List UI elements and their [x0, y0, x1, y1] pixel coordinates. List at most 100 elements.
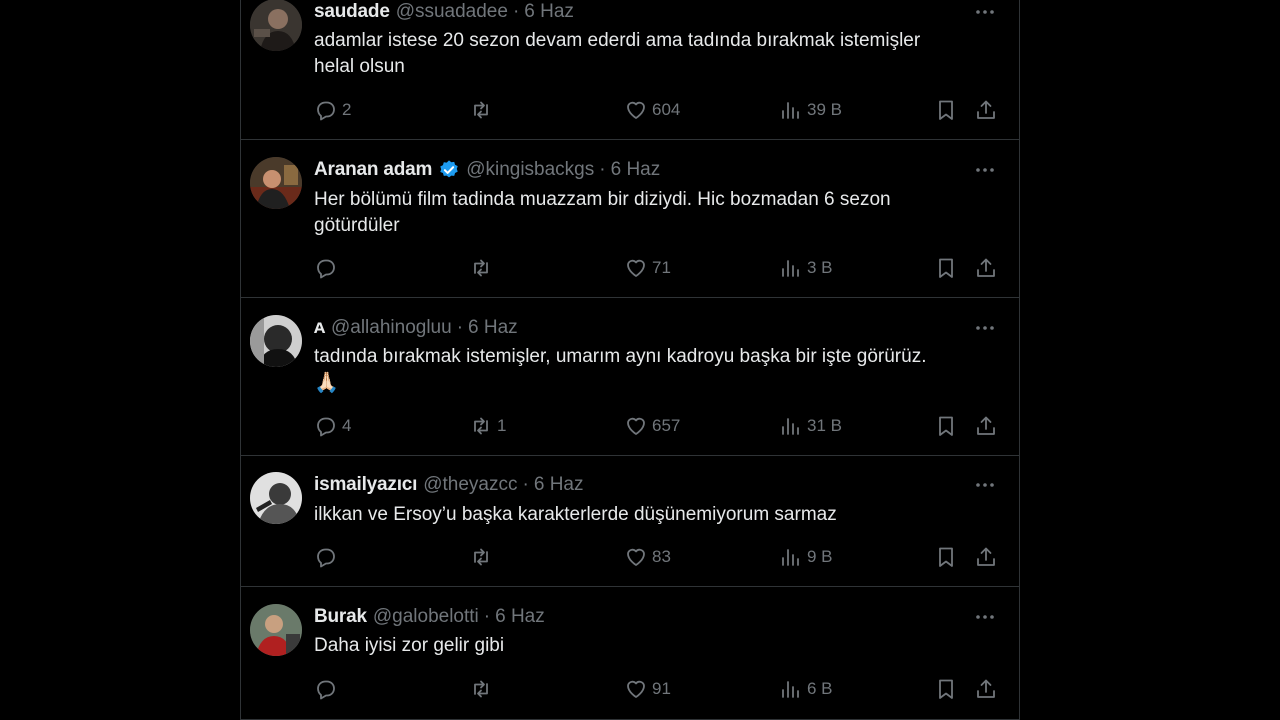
like-button[interactable]: 91	[624, 677, 671, 701]
user-handle[interactable]: @ssuadadee	[396, 1, 508, 23]
tweet-header: ᴀ @allahinogluu · 6 Haz	[314, 316, 1003, 340]
avatar[interactable]	[250, 157, 302, 209]
reply-button[interactable]	[314, 677, 342, 701]
retweet-button[interactable]	[469, 98, 497, 122]
timestamp[interactable]: 6 Haz	[611, 159, 661, 181]
separator-dot: ·	[599, 159, 606, 180]
like-button[interactable]: 657	[624, 414, 680, 438]
timestamp[interactable]: 6 Haz	[524, 1, 574, 23]
views-button[interactable]: 31 B	[779, 414, 842, 438]
avatar[interactable]	[250, 604, 302, 656]
tweet-text: ilkkan ve Ersoy’u başka karakterlerde dü…	[314, 502, 1004, 528]
more-options-icon[interactable]	[973, 316, 997, 340]
timestamp[interactable]: 6 Haz	[534, 474, 584, 496]
more-options-icon[interactable]	[973, 158, 997, 182]
share-button[interactable]	[974, 414, 1002, 438]
separator-dot: ·	[522, 474, 529, 495]
heart-icon	[627, 680, 645, 698]
tweet-text: Daha iyisi zor gelir gibi	[314, 633, 1004, 659]
tweet-text: adamlar istese 20 sezon devam ederdi ama…	[314, 28, 1004, 80]
views-button[interactable]: 3 B	[779, 256, 833, 280]
retweet-icon	[474, 680, 488, 698]
tweet[interactable]: Burak @galobelotti · 6 Haz Daha iyisi zo…	[241, 587, 1019, 720]
reply-icon	[317, 101, 335, 121]
more-options-icon[interactable]	[973, 0, 997, 24]
tweet-actions: 4 1 657 31 B	[241, 414, 1019, 438]
more-options-icon[interactable]	[973, 605, 997, 629]
views-icon	[782, 549, 799, 566]
tweet[interactable]: saudade @ssuadadee · 6 Haz adamlar istes…	[241, 0, 1019, 140]
separator-dot: ·	[483, 606, 491, 627]
reply-icon	[317, 417, 335, 437]
reply-button[interactable]: 2	[314, 98, 351, 122]
bookmark-button[interactable]	[934, 545, 962, 569]
tweet[interactable]: ᴀ @allahinogluu · 6 Haz tadında bırakmak…	[241, 298, 1019, 456]
views-button[interactable]: 39 B	[779, 98, 842, 122]
timestamp[interactable]: 6 Haz	[495, 606, 545, 628]
bookmark-button[interactable]	[934, 256, 962, 280]
share-icon	[977, 679, 995, 698]
share-button[interactable]	[974, 545, 1002, 569]
share-button[interactable]	[974, 98, 1002, 122]
reply-count: 4	[342, 416, 352, 435]
share-button[interactable]	[974, 677, 1002, 701]
retweet-button[interactable]	[469, 256, 497, 280]
display-name[interactable]: ᴀ	[314, 317, 325, 339]
tweet-text-line: Her bölümü film tadinda muazzam bir dizi…	[314, 189, 891, 210]
tweet-actions: 2 604 39 B	[241, 98, 1019, 122]
user-handle[interactable]: @allahinogluu	[331, 317, 452, 339]
views-icon	[782, 260, 799, 277]
tweet[interactable]: Aranan adam @kingisbackgs · 6 Haz Her bö…	[241, 141, 1019, 298]
tweet-text-line: Daha iyisi zor gelir gibi	[314, 635, 505, 656]
retweet-button[interactable]	[469, 677, 497, 701]
like-button[interactable]: 83	[624, 545, 671, 569]
retweet-icon	[474, 417, 488, 435]
reply-button[interactable]: 4	[314, 414, 351, 438]
share-icon	[977, 258, 995, 277]
tweet[interactable]: ismailyazıcı @theyazcc · 6 Haz ilkkan ve…	[241, 456, 1019, 587]
timestamp[interactable]: 6 Haz	[468, 317, 518, 339]
display-name[interactable]: Burak	[314, 606, 367, 628]
display-name[interactable]: ismailyazıcı	[314, 474, 417, 496]
views-icon	[782, 102, 799, 119]
tweet-text: Her bölümü film tadinda muazzam bir dizi…	[314, 187, 1004, 239]
like-button[interactable]: 604	[624, 98, 680, 122]
bookmark-button[interactable]	[934, 677, 962, 701]
like-count: 83	[652, 547, 671, 566]
like-count: 604	[652, 100, 681, 119]
views-button[interactable]: 9 B	[779, 545, 833, 569]
bookmark-icon	[939, 100, 953, 120]
reply-button[interactable]	[314, 545, 342, 569]
tweet-header: Aranan adam @kingisbackgs · 6 Haz	[314, 158, 1003, 182]
views-button[interactable]: 6 B	[779, 677, 833, 701]
verified-badge-icon	[440, 160, 458, 178]
bookmark-button[interactable]	[934, 98, 962, 122]
like-button[interactable]: 71	[624, 256, 671, 280]
retweet-button[interactable]	[469, 545, 497, 569]
avatar[interactable]	[250, 472, 302, 524]
tweet-header: ismailyazıcı @theyazcc · 6 Haz	[314, 473, 1003, 497]
user-handle[interactable]: @galobelotti	[373, 606, 479, 628]
heart-icon	[627, 417, 645, 435]
bookmark-button[interactable]	[934, 414, 962, 438]
user-handle[interactable]: @kingisbackgs	[466, 159, 594, 181]
avatar[interactable]	[250, 0, 302, 51]
avatar[interactable]	[250, 315, 302, 367]
reply-icon	[317, 259, 335, 279]
reply-button[interactable]	[314, 256, 342, 280]
more-options-icon[interactable]	[973, 473, 997, 497]
like-count: 71	[652, 258, 671, 277]
tweet-text-line: helal olsun	[314, 56, 405, 77]
tweet-text-line: 🙏🏻	[314, 372, 339, 394]
display-name[interactable]: Aranan adam	[314, 159, 432, 181]
share-button[interactable]	[974, 256, 1002, 280]
reply-icon	[317, 548, 335, 568]
retweet-button[interactable]: 1	[469, 414, 506, 438]
views-icon	[782, 681, 799, 698]
share-icon	[977, 416, 995, 435]
retweet-icon	[474, 259, 488, 277]
view-count: 6 B	[807, 679, 833, 698]
display-name[interactable]: saudade	[314, 1, 390, 23]
user-handle[interactable]: @theyazcc	[423, 474, 517, 496]
bookmark-icon	[939, 258, 953, 278]
